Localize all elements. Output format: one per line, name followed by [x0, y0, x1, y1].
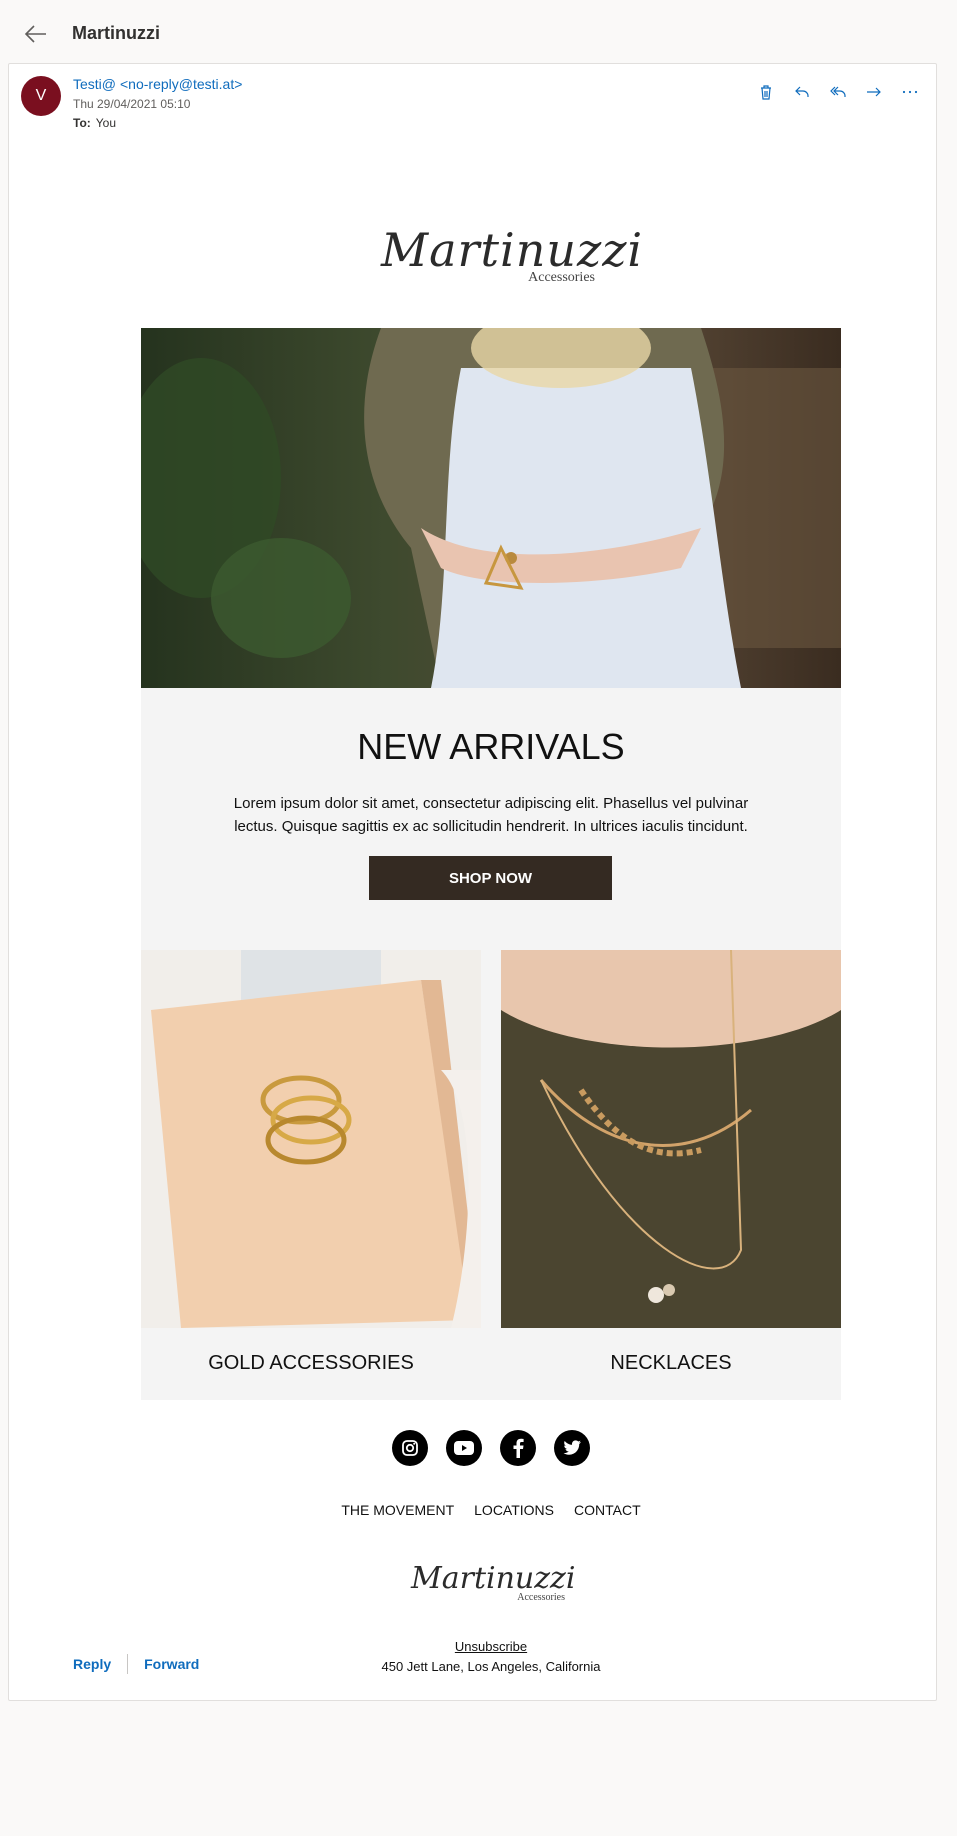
instagram-icon[interactable] [392, 1430, 428, 1466]
forward-link[interactable]: Forward [144, 1656, 199, 1672]
footer-address: 450 Jett Lane, Los Angeles, California [381, 1659, 601, 1674]
to-label: To: [73, 116, 91, 130]
footer-links: THE MOVEMENT LOCATIONS CONTACT [141, 1502, 841, 1518]
reply-forward-bar: Reply Forward [73, 1654, 199, 1674]
footer-link-movement[interactable]: THE MOVEMENT [341, 1502, 454, 1518]
hero-text: Lorem ipsum dolor sit amet, consectetur … [233, 795, 749, 835]
divider [127, 1654, 129, 1674]
footer-link-locations[interactable]: LOCATIONS [474, 1502, 554, 1518]
sender-avatar[interactable]: V [21, 76, 61, 116]
unsubscribe-link[interactable]: Unsubscribe [141, 1639, 841, 1654]
product-label-necklaces[interactable]: NECKLACES [501, 1352, 841, 1375]
youtube-icon[interactable] [446, 1430, 482, 1466]
message-date: Thu 29/04/2021 05:10 [73, 97, 191, 111]
products-section: GOLD ACCESSORIES NECKLACES [141, 950, 841, 1400]
reply-link[interactable]: Reply [73, 1656, 111, 1672]
twitter-icon[interactable] [554, 1430, 590, 1466]
hero-image[interactable] [141, 328, 841, 688]
necklaces-image[interactable] [501, 950, 841, 1328]
sender-address[interactable]: <no-reply@testi.at> [120, 76, 242, 92]
message-actions [756, 82, 920, 102]
reply-icon[interactable] [792, 82, 812, 102]
trash-icon[interactable] [756, 82, 776, 102]
shop-now-button[interactable]: SHOP NOW [369, 856, 612, 900]
footer-logo-name: Martinuzzi [411, 1561, 576, 1596]
social-links [141, 1430, 841, 1470]
brand-logo[interactable]: Martinuzzi Accessories [381, 223, 644, 299]
footer-link-contact[interactable]: CONTACT [574, 1502, 641, 1518]
sender-name[interactable]: Testi@ [73, 76, 116, 92]
forward-icon[interactable] [864, 82, 884, 102]
message-card: V Testi@ <no-reply@testi.at> Thu 29/04/20… [8, 63, 937, 1701]
footer-logo[interactable]: Martinuzzi Accessories [411, 1561, 576, 1604]
new-arrivals-section: NEW ARRIVALS Lorem ipsum dolor sit amet,… [141, 688, 841, 950]
sender[interactable]: Testi@ <no-reply@testi.at> [73, 76, 242, 92]
hero-heading: NEW ARRIVALS [357, 726, 625, 767]
more-icon[interactable] [900, 82, 920, 102]
recipient-line: To: You [73, 116, 116, 130]
reply-all-icon[interactable] [828, 82, 848, 102]
product-label-gold[interactable]: GOLD ACCESSORIES [141, 1352, 481, 1375]
gold-accessories-image[interactable] [141, 950, 481, 1328]
top-bar: Martinuzzi [0, 0, 957, 62]
logo-name: Martinuzzi [381, 223, 644, 277]
to-value[interactable]: You [96, 116, 116, 130]
back-arrow-icon[interactable] [22, 20, 50, 48]
facebook-icon[interactable] [500, 1430, 536, 1466]
conversation-title: Martinuzzi [72, 23, 160, 43]
